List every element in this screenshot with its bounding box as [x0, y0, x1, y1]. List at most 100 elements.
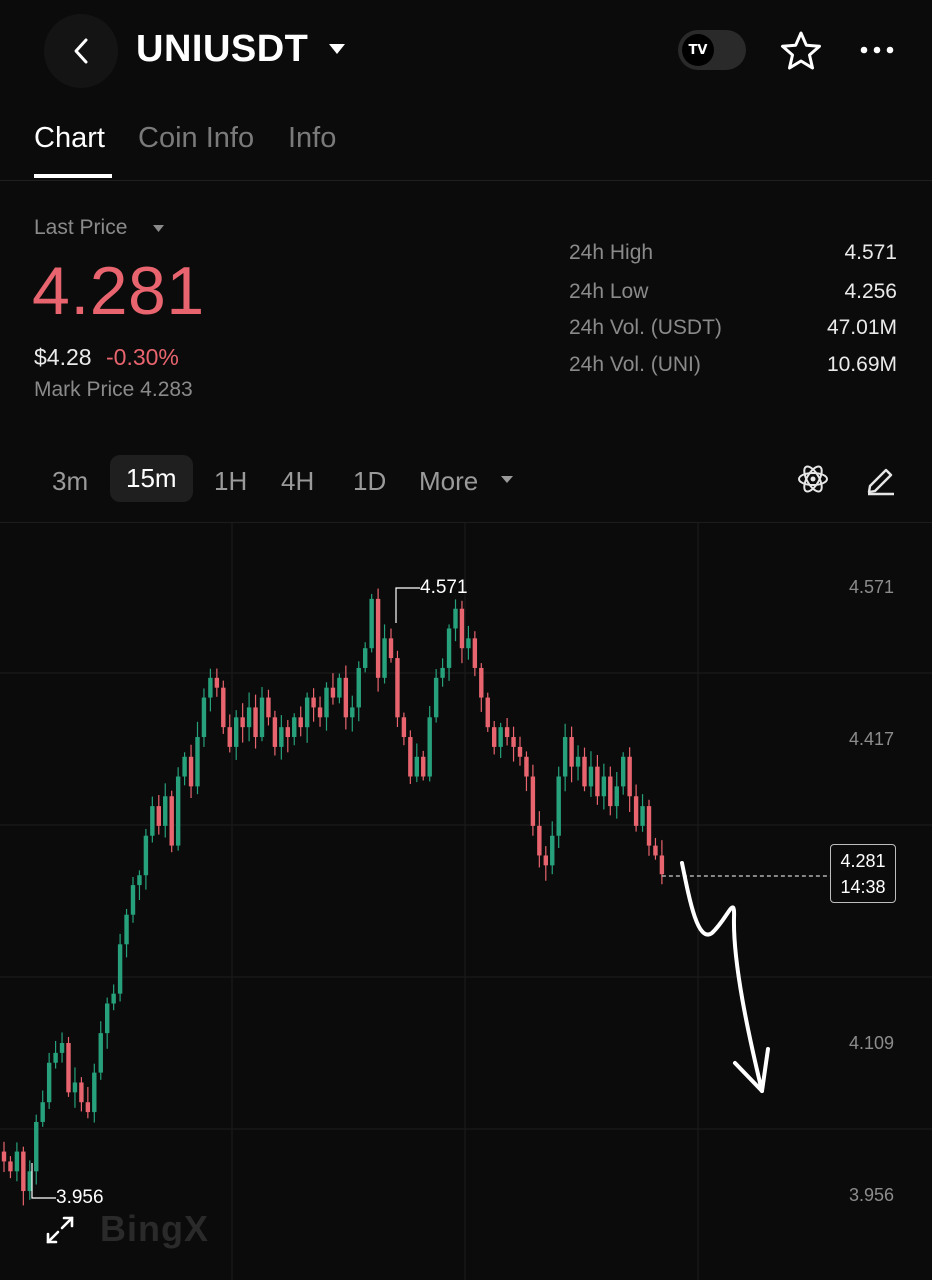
candle-body — [98, 1033, 103, 1073]
timeframe-1d[interactable]: 1D — [353, 466, 386, 497]
y-axis-tick: 4.571 — [849, 577, 895, 597]
candle-body — [537, 825, 542, 856]
candle-body — [317, 707, 323, 718]
more-options-icon[interactable] — [860, 32, 894, 68]
candle-body — [388, 638, 394, 659]
back-button[interactable] — [44, 14, 118, 88]
stat-label-24h-high: 24h High — [569, 241, 654, 264]
candle-body — [311, 697, 316, 708]
candle-body — [446, 628, 452, 668]
candle-body — [530, 776, 536, 826]
candle-body — [40, 1102, 45, 1122]
candle-body — [124, 914, 129, 945]
candle-body — [234, 717, 239, 747]
candle-body — [92, 1072, 97, 1113]
candle-body — [188, 756, 194, 787]
candle-body — [221, 687, 226, 728]
tradingview-icon: TV — [682, 34, 714, 66]
candle-body — [72, 1082, 78, 1093]
candle-body — [421, 756, 426, 777]
mark-price: Mark Price 4.283 — [34, 378, 193, 401]
current-price-label: 4.281 — [840, 851, 886, 871]
candle-body — [524, 756, 529, 777]
candle-body — [440, 667, 445, 678]
candle-body — [182, 756, 187, 777]
tab-coin-info[interactable]: Coin Info — [138, 122, 254, 155]
candle-body — [111, 993, 116, 1004]
candle-body — [266, 697, 271, 718]
candle-body — [621, 756, 626, 787]
tradingview-toggle[interactable]: TV — [678, 30, 746, 70]
candle-body — [214, 677, 220, 688]
candle-body — [8, 1161, 13, 1172]
candle-body — [356, 667, 361, 708]
candle-body — [640, 806, 645, 826]
candle-body — [253, 707, 258, 738]
indicators-atom-icon[interactable] — [796, 462, 830, 496]
candle-body — [556, 776, 561, 836]
candle-body — [582, 756, 587, 787]
candle-body — [608, 776, 613, 807]
candle-body — [562, 737, 568, 777]
caret-down-icon[interactable] — [328, 42, 346, 56]
timeframe-more[interactable]: More — [419, 466, 478, 497]
y-axis-tick: 4.109 — [849, 1033, 895, 1053]
stat-label-24h-vol-usdt: 24h Vol. (USDT) — [569, 316, 722, 339]
tab-chart[interactable]: Chart — [34, 122, 105, 155]
expand-fullscreen-icon[interactable] — [44, 1214, 76, 1246]
candle-body — [201, 697, 207, 738]
candle-body — [14, 1151, 20, 1172]
candle-body — [240, 717, 245, 728]
high-marker-line — [395, 587, 420, 623]
candle-body — [27, 1171, 32, 1192]
candle-body — [163, 796, 168, 826]
usd-price: $4.28 — [34, 344, 92, 370]
candle-body — [466, 638, 471, 649]
caret-down-icon[interactable] — [152, 224, 165, 234]
candle-body — [150, 806, 155, 836]
candle-body — [588, 766, 594, 787]
last-price-label[interactable]: Last Price — [34, 216, 127, 240]
candlestick-chart[interactable] — [0, 523, 932, 1280]
candle-body — [137, 875, 142, 886]
stat-value-24h-vol-uni: 10.69M — [826, 353, 897, 376]
star-icon[interactable] — [780, 30, 822, 72]
candle-body — [401, 717, 407, 738]
candle-body — [517, 746, 523, 757]
candle-body — [292, 717, 297, 738]
candle-body — [143, 835, 149, 876]
timeframe-3m[interactable]: 3m — [52, 466, 88, 497]
candle-body — [21, 1151, 26, 1192]
candle-body — [85, 1102, 91, 1113]
stat-label-24h-vol-uni: 24h Vol. (UNI) — [569, 353, 701, 376]
candle-body — [601, 776, 607, 797]
y-axis-tick: 3.956 — [849, 1185, 895, 1205]
candle-body — [646, 806, 652, 846]
timeframe-15m[interactable]: 15m — [110, 455, 193, 502]
candle-body — [227, 727, 232, 747]
chevron-left-icon — [74, 38, 88, 64]
candle-body — [272, 717, 278, 747]
candle-body — [504, 727, 510, 738]
timeframe-1h[interactable]: 1H — [214, 466, 247, 497]
page-title[interactable]: UNIUSDT — [136, 28, 308, 71]
timeframe-4h[interactable]: 4H — [281, 466, 314, 497]
candle-body — [498, 727, 503, 747]
candle-body — [543, 855, 548, 866]
candle-body — [472, 638, 478, 668]
candle-body — [627, 756, 632, 797]
low-price-marker: 3.956 — [56, 1187, 104, 1208]
candle-body — [34, 1121, 39, 1172]
bingx-watermark-logo: BingX — [100, 1208, 209, 1249]
candle-body — [105, 1003, 110, 1034]
candle-body — [433, 677, 439, 718]
candle-body — [208, 677, 213, 698]
candle-body — [46, 1062, 52, 1103]
candle-body — [324, 687, 329, 718]
candle-body — [575, 756, 581, 767]
draw-pen-icon[interactable] — [864, 462, 898, 496]
caret-down-icon[interactable] — [500, 475, 514, 485]
candle-body — [408, 737, 413, 777]
tab-info[interactable]: Info — [288, 122, 336, 155]
candle-body — [259, 697, 265, 738]
